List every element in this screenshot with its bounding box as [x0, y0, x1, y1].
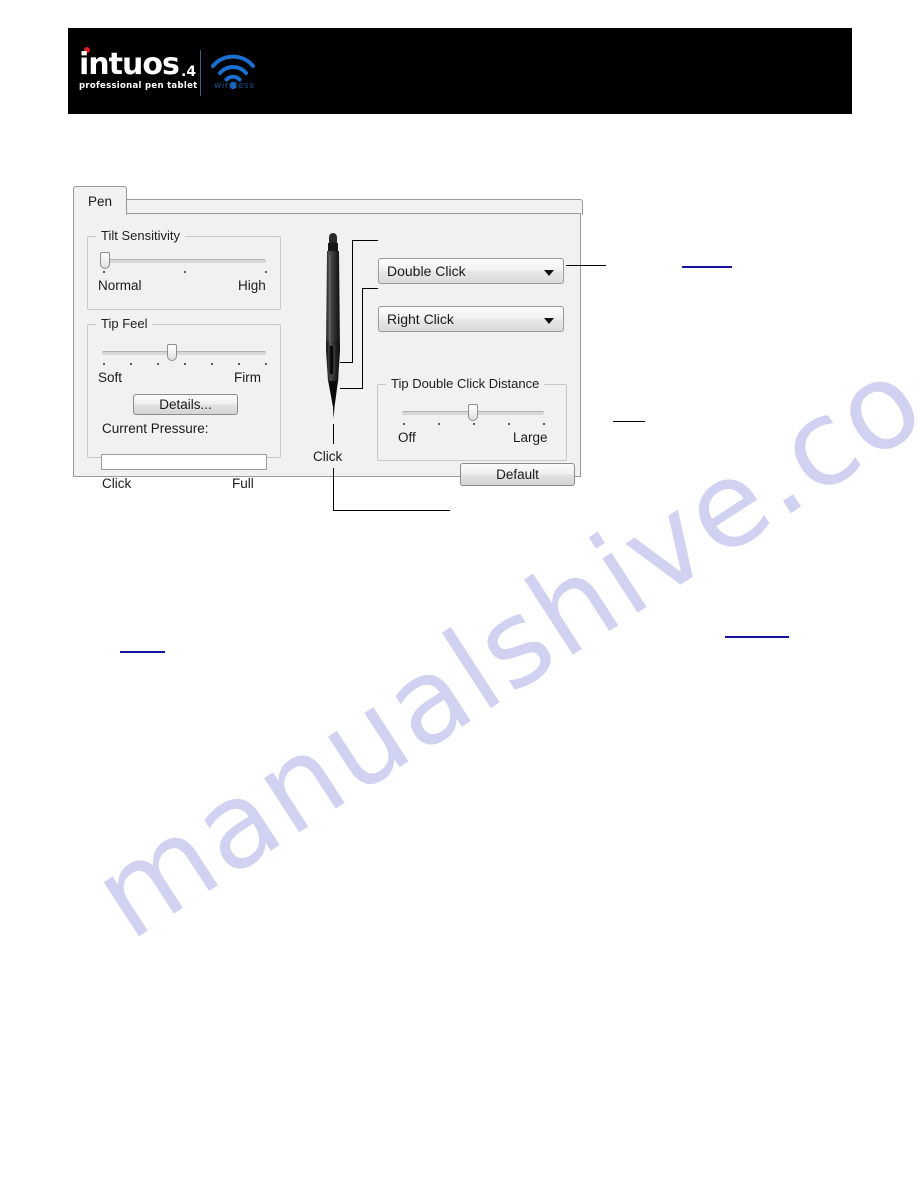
callout-upper-switch-vertical [352, 240, 353, 362]
tip-feel-max-label: Firm [234, 370, 261, 385]
tilt-tick [184, 271, 186, 273]
tip-feel-group: Tip Feel Soft Firm Details... Current Pr… [87, 316, 281, 458]
tilt-sensitivity-legend: Tilt Sensitivity [96, 228, 185, 243]
current-pressure-label: Current Pressure: [102, 421, 209, 436]
link-rule-mid-left[interactable] [120, 651, 165, 653]
callout-lower-switch-foot [340, 388, 363, 389]
callout-mid-page-stub [613, 421, 645, 422]
callout-upper-switch-foot [340, 362, 353, 363]
pen-upper-switch-dropdown[interactable]: Double Click [378, 258, 564, 284]
pen-lower-switch-dropdown[interactable]: Right Click [378, 306, 564, 332]
tilt-sensitivity-slider-track[interactable] [102, 259, 266, 263]
tip-feel-tick [103, 363, 105, 365]
tip-feel-tick [184, 363, 186, 365]
pen-lower-switch-value: Right Click [387, 311, 454, 327]
tdc-tick [543, 423, 545, 425]
tilt-max-label: High [238, 278, 266, 293]
page-header-band: intuos .4 professional pen tablet wirele… [68, 28, 852, 114]
tab-pen[interactable]: Pen [73, 186, 127, 215]
tip-feel-tick [130, 363, 132, 365]
intuos-logo: intuos .4 professional pen tablet wirele… [76, 47, 256, 100]
tip-feel-slider-thumb[interactable] [167, 344, 177, 361]
callout-pen-buttons-right [566, 265, 606, 266]
tip-feel-tick [157, 363, 159, 365]
callout-lower-switch-horizontal [362, 288, 378, 289]
callout-pen-tip-lower [333, 468, 334, 511]
link-rule-mid-right[interactable] [725, 636, 789, 638]
tip-feel-min-label: Soft [98, 370, 123, 385]
tip-double-click-distance-legend: Tip Double Click Distance [386, 376, 545, 391]
tdc-tick [438, 423, 440, 425]
logo-brand-word: intuos [79, 47, 180, 82]
tip-feel-tick [265, 363, 267, 365]
tilt-min-label: Normal [98, 278, 142, 293]
callout-upper-switch-horizontal [352, 240, 378, 241]
current-pressure-max-label: Full [232, 476, 254, 491]
logo-brand-suffix: .4 [181, 64, 197, 80]
default-button[interactable]: Default [460, 463, 575, 486]
tip-feel-tick [238, 363, 240, 365]
wireless-label: wireless [214, 81, 255, 91]
tilt-sensitivity-group: Tilt Sensitivity Normal High [87, 228, 281, 310]
logo-divider [200, 50, 201, 96]
chevron-down-icon [544, 270, 554, 276]
current-pressure-min-label: Click [102, 476, 132, 491]
tip-feel-details-button[interactable]: Details... [133, 394, 238, 415]
tdc-tick [508, 423, 510, 425]
tilt-tick [103, 271, 105, 273]
link-rule-pen-buttons[interactable] [682, 266, 732, 268]
pen-illustration [326, 233, 340, 419]
page-footer-band [68, 1094, 852, 1180]
tilt-sensitivity-slider-thumb[interactable] [100, 252, 110, 269]
pen-upper-switch-value: Double Click [387, 263, 466, 279]
tilt-tick [265, 271, 267, 273]
callout-pen-tip-label: Click [313, 449, 343, 464]
tip-double-click-slider-thumb[interactable] [468, 404, 478, 421]
tip-feel-legend: Tip Feel [96, 316, 153, 331]
callout-pen-tip-upper [333, 424, 334, 444]
current-pressure-bar [101, 454, 267, 470]
chevron-down-icon [544, 318, 554, 324]
callout-pen-tip-elbow [333, 510, 450, 511]
tdc-max-label: Large [513, 430, 548, 445]
tdc-min-label: Off [398, 430, 416, 445]
tdc-tick [403, 423, 405, 425]
tip-feel-tick [211, 363, 213, 365]
tdc-tick [473, 423, 475, 425]
logo-tagline: professional pen tablet [79, 81, 198, 91]
tip-double-click-distance-group: Tip Double Click Distance Off Large [377, 376, 567, 461]
callout-lower-switch-vertical [362, 288, 363, 388]
tip-feel-slider-track[interactable] [102, 351, 266, 355]
